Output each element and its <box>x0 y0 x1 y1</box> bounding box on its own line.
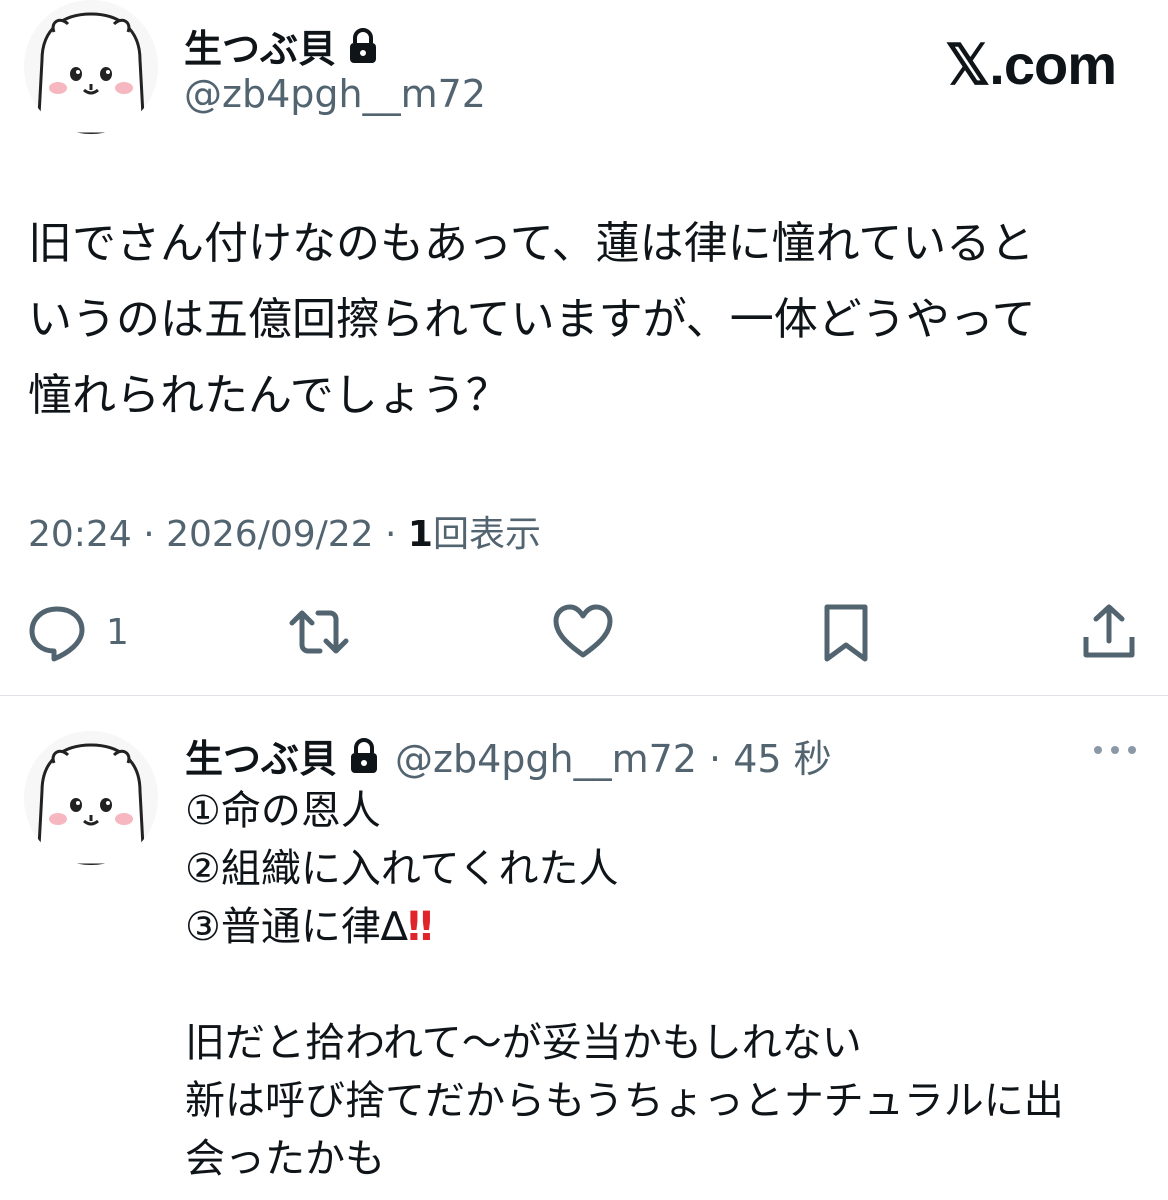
brand-logo: 𝕏.com <box>945 33 1117 96</box>
more-options-icon[interactable] <box>1090 738 1140 762</box>
reply-avatar[interactable] <box>24 731 158 865</box>
like-button[interactable] <box>552 600 614 664</box>
bookmark-icon <box>824 604 868 662</box>
reply-text-line-emoji: ③普通に律∆‼ <box>185 898 433 956</box>
tweet-text-line: いうのは五億回擦られていますが、一体どうやって <box>28 294 1036 345</box>
reply-text-line: ②組織に入れてくれた人 <box>185 846 619 892</box>
reply-text-segment: ③普通に律∆ <box>185 904 408 950</box>
lock-icon <box>350 27 377 63</box>
share-icon <box>1083 604 1135 658</box>
tweet-text-line: 憧れられたんでしょう？ <box>28 370 510 421</box>
reply-handle-time: @zb4pgh__m72 · 45 秒 <box>395 737 832 781</box>
author-handle[interactable]: @zb4pgh__m72 <box>184 72 486 116</box>
author-name-row[interactable]: 生つぶ貝 <box>184 18 380 73</box>
views-label: 回表示 <box>432 514 541 555</box>
author-name: 生つぶ貝 <box>184 27 337 71</box>
reply-author-name: 生つぶ貝 <box>185 737 338 781</box>
reply-icon <box>29 606 85 662</box>
tweet-text-line: 旧でさん付けなのもあって、蓮は律に憧れていると <box>28 218 1035 269</box>
reply-text-line: 新は呼び捨てだからもうちょっとナチュラルに出 <box>185 1078 1064 1124</box>
reply-text-line: ①命の恩人 <box>185 788 381 834</box>
like-icon <box>553 604 613 658</box>
reply-text-line: 会ったかも <box>185 1136 385 1182</box>
reply-author-row[interactable]: 生つぶ貝 @zb4pgh__m72 · 45 秒 <box>185 728 832 783</box>
share-button[interactable] <box>1078 600 1140 664</box>
action-bar: 1 <box>0 600 1168 664</box>
views-count: 1 <box>407 514 433 555</box>
timestamp[interactable]: 20:24 · 2026/09/22 · <box>28 514 408 555</box>
reply-text-line: 旧だと拾われて〜が妥当かもしれない <box>185 1020 862 1066</box>
tweet-meta: 20:24 · 2026/09/22 · 1回表示 <box>28 505 541 557</box>
reply-button[interactable]: 1 <box>26 600 129 664</box>
retweet-button[interactable] <box>288 600 350 664</box>
lock-icon <box>351 737 378 773</box>
double-exclamation-emoji: ‼ <box>407 904 433 950</box>
avatar[interactable] <box>24 0 158 134</box>
bookmark-button[interactable] <box>815 600 877 664</box>
reply-count: 1 <box>106 611 129 653</box>
retweet-icon <box>289 610 349 654</box>
divider <box>0 695 1168 696</box>
avatar-hamster-icon <box>24 0 158 134</box>
avatar-hamster-icon <box>24 731 158 865</box>
